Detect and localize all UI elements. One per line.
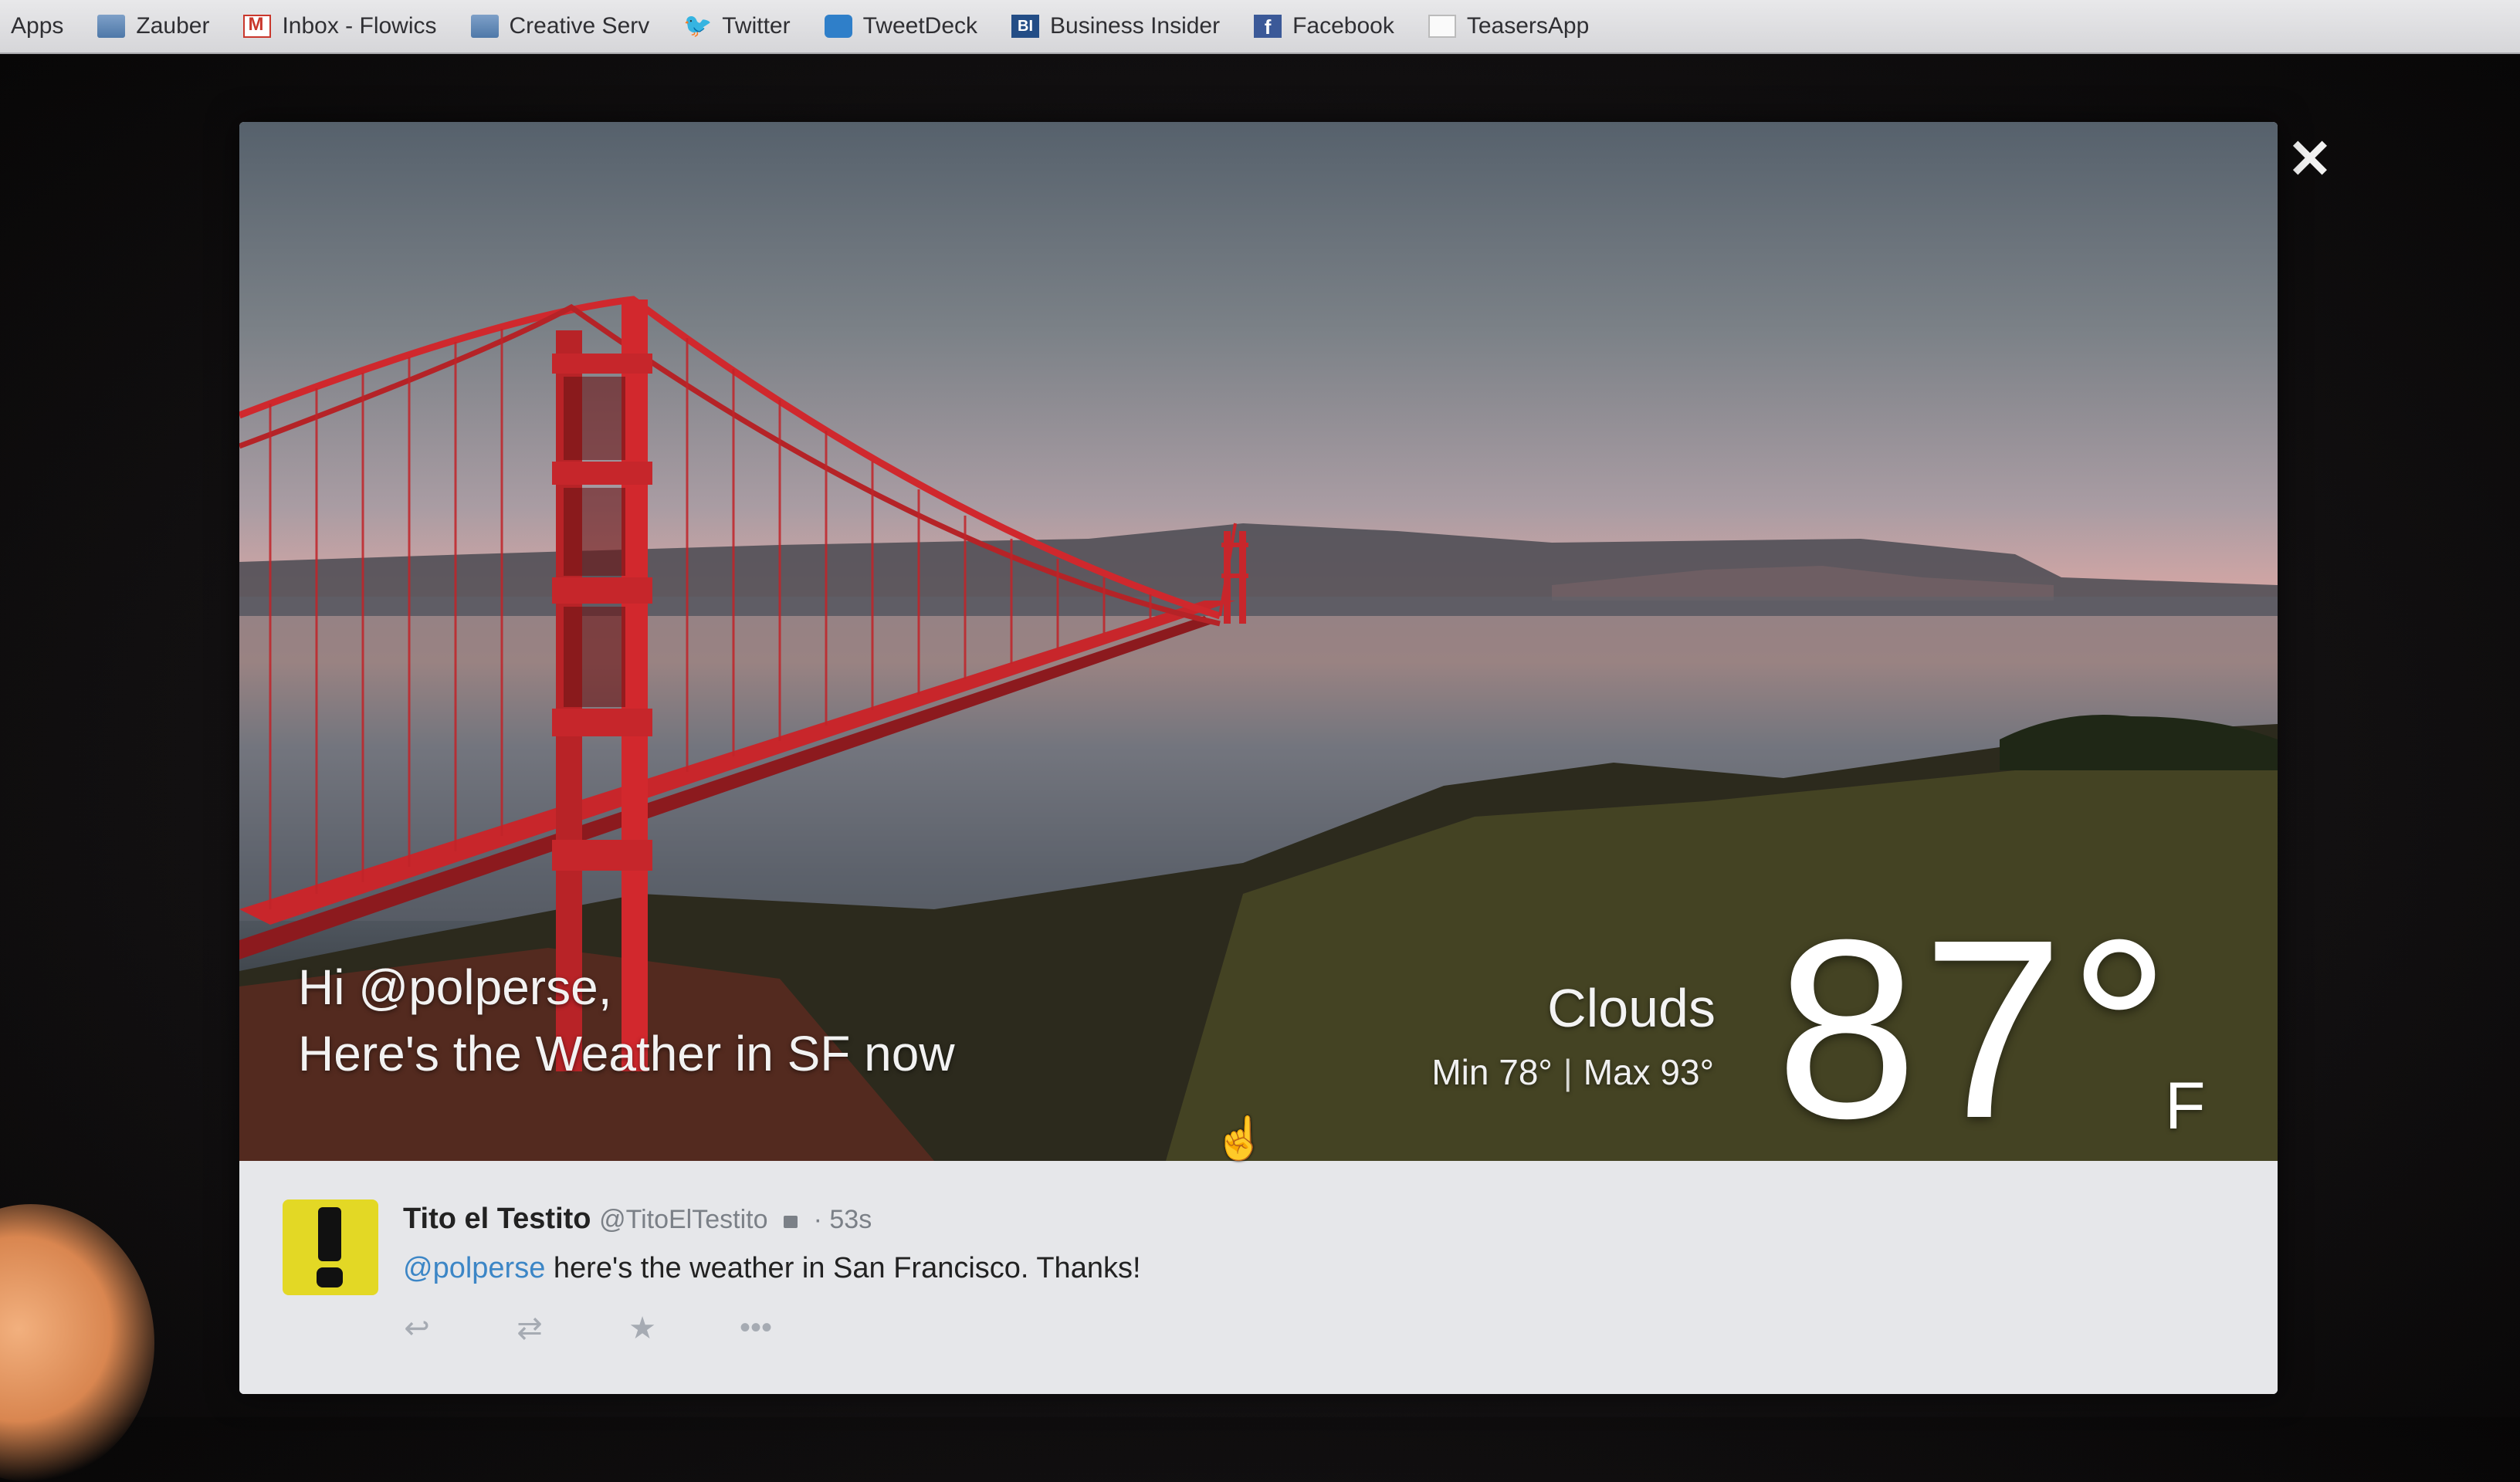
golden-gate-photo: Hi @polperse, Here's the Weather in SF n… [239,122,2278,1161]
bookmark-apps[interactable]: Apps [11,13,63,39]
min-temperature: Min 78° [1431,1052,1553,1092]
tweet-text: @polperse here's the weather in San Fran… [403,1252,1141,1285]
weather-condition: Clouds [1547,978,1716,1038]
greeting-line-2: Here's the Weather in SF now [298,1026,955,1081]
tweet-card[interactable]: Tito el Testito @TitoElTestito · 53s @po… [239,1161,2278,1394]
bookmark-creative-serv[interactable]: Creative Serv [470,13,650,39]
bookmark-teasersapp[interactable]: TeasersApp [1428,13,1589,39]
business-insider-icon: BI [1011,15,1039,38]
tweet-timestamp[interactable]: · 53s [814,1205,872,1234]
reply-icon[interactable]: ↩ [401,1311,432,1346]
weather-modal: Hi @polperse, Here's the Weather in SF n… [239,122,2278,1394]
bookmark-label: Business Insider [1050,13,1221,39]
min-max-separator: | [1563,1052,1573,1092]
bookmark-label: Apps [11,13,64,39]
bookmark-business-insider[interactable]: BI Business Insider [1011,13,1220,39]
bookmark-twitter[interactable]: 🐦 Twitter [683,13,790,39]
tweet-mention-link[interactable]: @polperse [403,1252,545,1284]
lock-icon [784,1216,798,1228]
bookmark-label: Twitter [722,13,791,39]
folder-icon [97,15,126,38]
temperature-unit: F [2165,1069,2206,1143]
hand-cursor-icon: ☝ [1214,1115,1266,1162]
favorite-icon[interactable]: ★ [627,1311,658,1346]
tweet-author-handle[interactable]: @TitoElTestito [599,1205,767,1234]
current-temperature: 87° [1776,886,2176,1161]
tweetdeck-icon [824,15,852,38]
gmail-icon [243,14,272,38]
bookmark-label: Creative Serv [509,13,650,39]
bookmark-label: Zauber [136,13,210,39]
bookmark-inbox-flowics[interactable]: Inbox - Flowics [243,13,437,39]
max-temperature: Max 93° [1583,1052,1714,1092]
facebook-icon: f [1254,15,1282,39]
bookmark-label: TweetDeck [862,13,977,39]
bookmark-tweetdeck[interactable]: TweetDeck [824,13,977,39]
bookmark-zauber[interactable]: Zauber [97,13,209,39]
bookmark-facebook[interactable]: f Facebook [1254,13,1394,39]
greeting-line-1: Hi @polperse, [298,959,612,1015]
tweet-body: here's the weather in San Francisco. Tha… [545,1252,1141,1284]
exclamation-dot [317,1267,343,1287]
greeting-text: Hi @polperse, Here's the Weather in SF n… [298,954,955,1087]
tweet-actions: ↩ ⇄ ★ ••• [401,1311,772,1346]
twitter-icon: 🐦 [683,13,713,39]
bookmarks-bar: Apps Zauber Inbox - Flowics Creative Ser… [0,0,2520,54]
bookmark-label: Facebook [1292,13,1394,39]
page-icon [1428,15,1456,38]
retweet-icon[interactable]: ⇄ [514,1311,545,1346]
bookmark-label: Inbox - Flowics [282,13,437,39]
close-icon[interactable]: ✕ [2287,132,2333,186]
more-icon[interactable]: ••• [740,1311,772,1346]
bookmark-label: TeasersApp [1466,13,1590,39]
tweet-header: Tito el Testito @TitoElTestito · 53s [403,1203,872,1236]
tweet-author-name[interactable]: Tito el Testito [403,1203,591,1235]
min-max-temperature: Min 78° | Max 93° [1431,1051,1714,1093]
exclamation-icon [318,1207,341,1261]
folder-icon [470,15,499,38]
avatar[interactable] [283,1199,378,1295]
finger-blur [0,1204,154,1482]
